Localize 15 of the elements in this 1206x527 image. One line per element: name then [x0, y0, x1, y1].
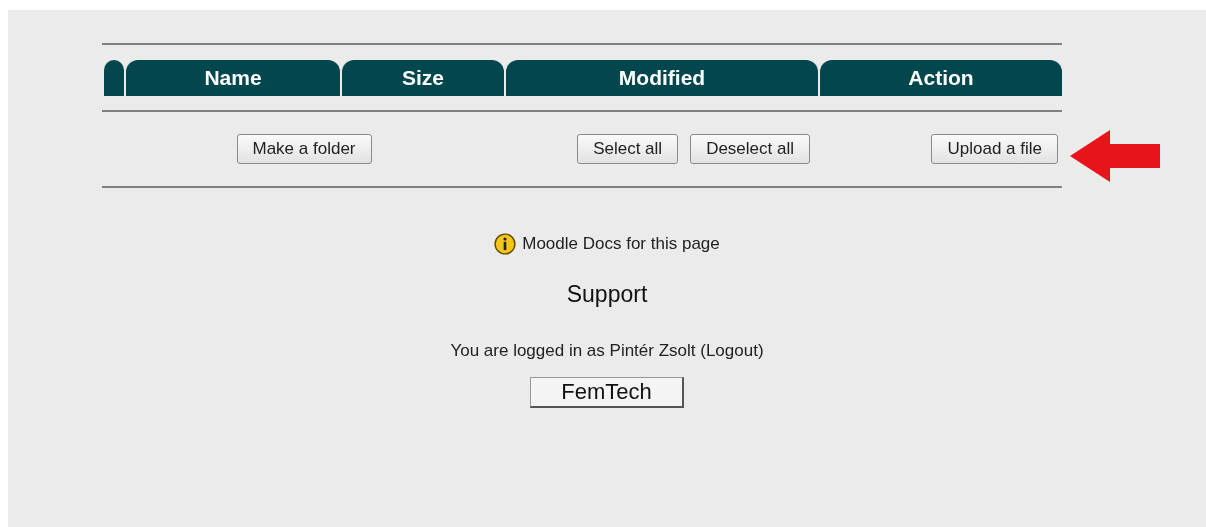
- column-header[interactable]: Name: [126, 60, 340, 96]
- info-icon: [494, 233, 517, 255]
- docs-link[interactable]: Moodle Docs for this page: [522, 234, 720, 254]
- make-folder-button[interactable]: Make a folder: [236, 134, 372, 164]
- footer-title: Support: [565, 281, 649, 308]
- login-info: You are logged in as Pintér Zsolt (Logout): [449, 341, 765, 361]
- select-button[interactable]: Select all: [577, 134, 679, 164]
- upload-button[interactable]: Upload a file: [931, 134, 1058, 164]
- column-header: [104, 60, 124, 96]
- column-header[interactable]: Modified: [506, 60, 818, 96]
- home-button[interactable]: FemTech: [530, 377, 684, 408]
- select-button[interactable]: Deselect all: [690, 134, 810, 164]
- column-header[interactable]: Size: [342, 60, 504, 96]
- arrow-icon: [1070, 130, 1160, 182]
- column-header[interactable]: Action: [820, 60, 1062, 96]
